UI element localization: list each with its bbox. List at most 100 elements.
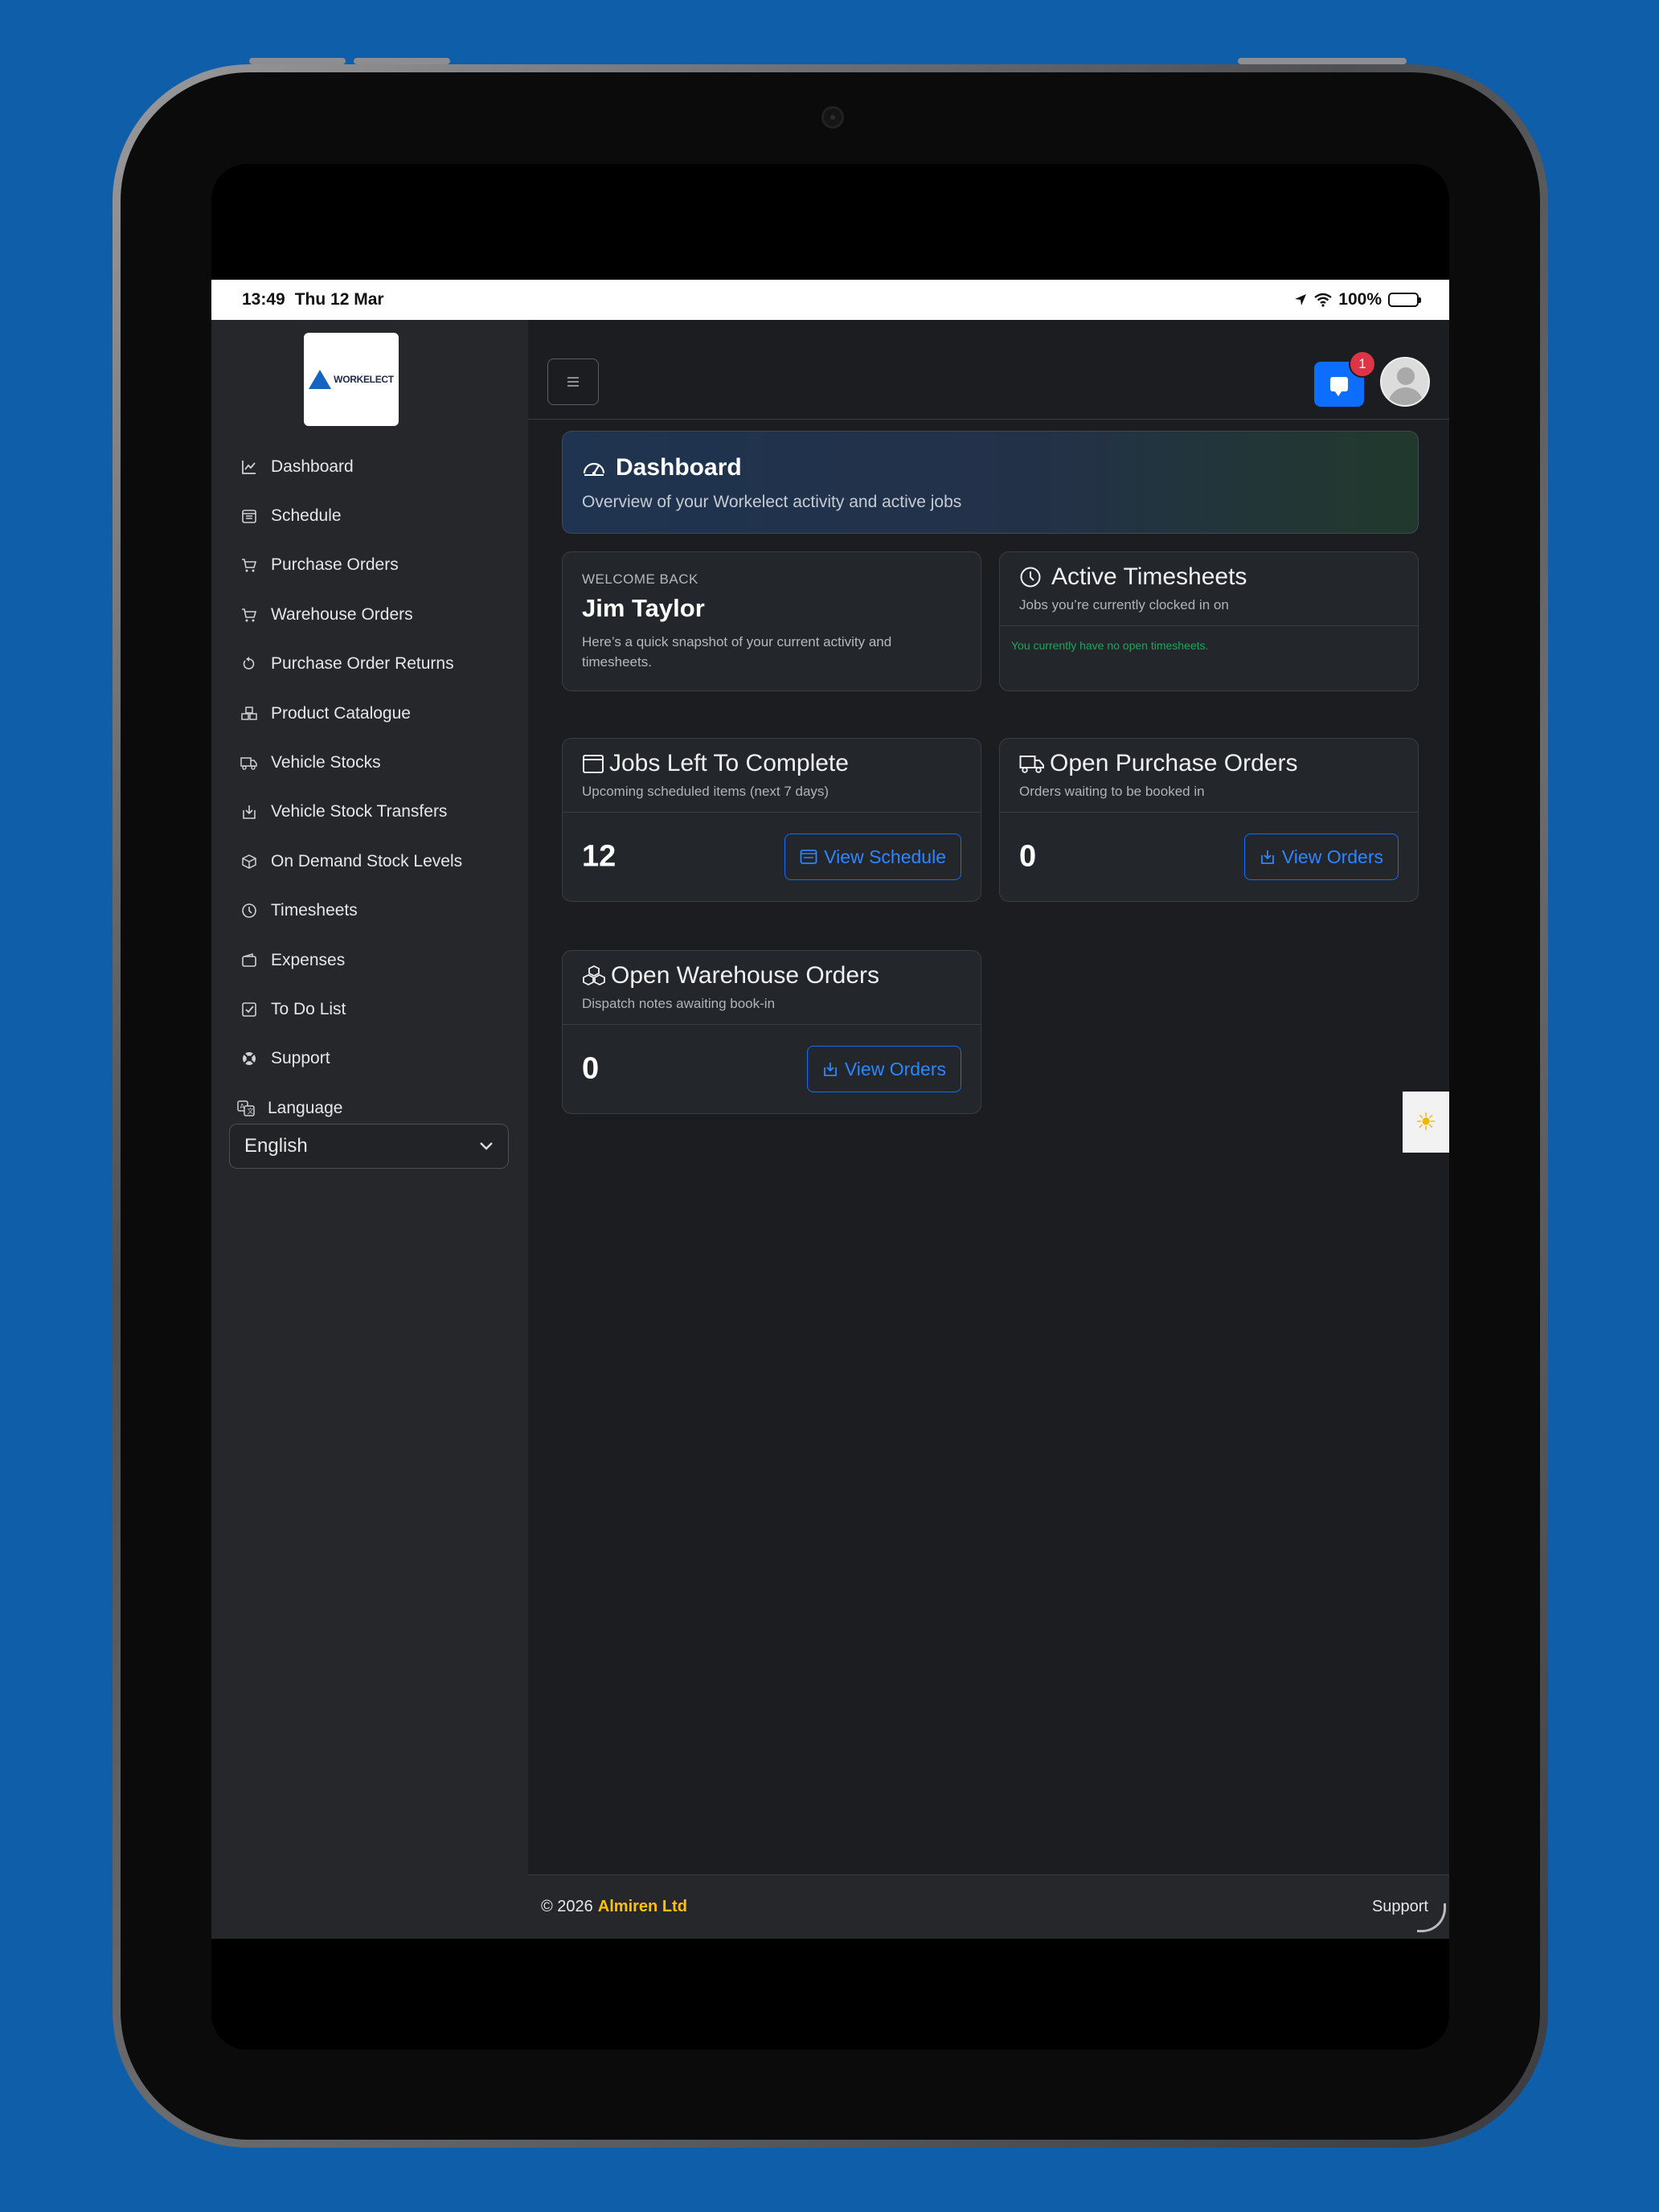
- sidebar-item-label: Support: [271, 1049, 330, 1068]
- sidebar-item-label: On Demand Stock Levels: [271, 851, 463, 870]
- bezel: 13:49 Thu 12 Mar 100% WORKELECT Dashboar…: [121, 72, 1540, 2140]
- view-warehouse-orders-button[interactable]: View Orders: [806, 1046, 961, 1092]
- footer: © 2026 Almiren Ltd Support: [528, 1874, 1449, 1939]
- chart-line-icon: [240, 458, 258, 476]
- view-purchase-orders-button[interactable]: View Orders: [1243, 834, 1399, 880]
- main-content: 1 Dashboard Overview of your Workelect a…: [528, 320, 1449, 1939]
- welcome-card: WELCOME BACK Jim Taylor Here’s a quick s…: [562, 551, 981, 691]
- page-title: Dashboard: [582, 454, 1399, 481]
- sidebar-item-label: Schedule: [271, 506, 342, 526]
- card-header: Open Warehouse Orders Dispatch notes awa…: [563, 951, 981, 1025]
- sidebar-item-expenses[interactable]: Expenses: [211, 936, 528, 985]
- volume-button: [249, 58, 346, 64]
- sidebar-item-on-demand-stock-levels[interactable]: On Demand Stock Levels: [211, 837, 528, 886]
- sidebar-item-vehicle-stocks[interactable]: Vehicle Stocks: [211, 738, 528, 787]
- language-select[interactable]: English: [229, 1124, 509, 1169]
- theme-toggle-button[interactable]: ☀: [1403, 1092, 1449, 1153]
- card-header: Open Purchase Orders Orders waiting to b…: [1000, 739, 1418, 813]
- language-select-value: English: [244, 1135, 308, 1157]
- truck-icon: [240, 754, 258, 772]
- sidebar: WORKELECT Dashboard Schedule Purchase Or…: [211, 320, 528, 1939]
- brand-logo[interactable]: WORKELECT: [304, 333, 399, 426]
- open-purchase-orders-card: Open Purchase Orders Orders waiting to b…: [999, 738, 1419, 902]
- check-square-icon: [240, 1001, 258, 1018]
- sidebar-item-label: Vehicle Stocks: [271, 753, 381, 772]
- sidebar-item-purchase-order-returns[interactable]: Purchase Order Returns: [211, 640, 528, 689]
- sidebar-item-purchase-orders[interactable]: Purchase Orders: [211, 541, 528, 590]
- active-timesheets-card: Active Timesheets Jobs you’re currently …: [999, 551, 1419, 691]
- status-date: Thu 12 Mar: [294, 290, 384, 309]
- calendar-icon: [583, 755, 604, 773]
- sidebar-item-label: Warehouse Orders: [271, 604, 413, 624]
- sidebar-item-label: Product Catalogue: [271, 703, 411, 723]
- status-right: 100%: [1293, 290, 1421, 309]
- open-warehouse-orders-card: Open Warehouse Orders Dispatch notes awa…: [562, 950, 981, 1114]
- card-subtitle: Orders waiting to be booked in: [1019, 784, 1205, 799]
- wallet-icon: [240, 952, 258, 969]
- card-header: Jobs Left To Complete Upcoming scheduled…: [563, 739, 981, 813]
- card-title-text: Active Timesheets: [1051, 563, 1247, 590]
- sidebar-item-dashboard[interactable]: Dashboard: [211, 442, 528, 491]
- camera-icon: [821, 106, 844, 129]
- sidebar-item-label: Purchase Order Returns: [271, 654, 454, 674]
- sidebar-item-support[interactable]: Support: [211, 1034, 528, 1083]
- home-indicator-area: [211, 1939, 1449, 2050]
- power-button: [1238, 58, 1407, 64]
- card-title-text: Open Purchase Orders: [1050, 750, 1298, 776]
- card-title: Jobs Left To Complete: [582, 750, 961, 777]
- jobs-count: 12: [582, 839, 616, 874]
- card-title-text: Jobs Left To Complete: [609, 750, 849, 776]
- cart-icon: [240, 606, 258, 624]
- card-body: 12 View Schedule: [563, 813, 981, 901]
- box-arrow-in-icon: [1260, 849, 1276, 865]
- screen: 13:49 Thu 12 Mar 100% WORKELECT Dashboar…: [211, 164, 1449, 2050]
- sidebar-item-timesheets[interactable]: Timesheets: [211, 887, 528, 936]
- sidebar-item-product-catalogue[interactable]: Product Catalogue: [211, 689, 528, 738]
- purchase-orders-count: 0: [1019, 839, 1037, 874]
- footer-company-link[interactable]: Almiren Ltd: [598, 1898, 687, 1916]
- card-subtitle: Upcoming scheduled items (next 7 days): [582, 784, 830, 799]
- chat-icon: [1330, 377, 1348, 396]
- sidebar-item-schedule[interactable]: Schedule: [211, 491, 528, 540]
- sidebar-item-label: Purchase Orders: [271, 555, 399, 575]
- calendar-grid-icon: [240, 507, 258, 525]
- lifebuoy-icon: [240, 1050, 258, 1067]
- boxes-icon: [583, 965, 605, 986]
- sidebar-item-to-do-list[interactable]: To Do List: [211, 985, 528, 1034]
- box-arrow-in-icon: [240, 803, 258, 821]
- sidebar-item-label: Dashboard: [271, 457, 354, 476]
- button-label: View Schedule: [824, 846, 946, 867]
- sidebar-item-label: Vehicle Stock Transfers: [271, 802, 448, 821]
- dashboard-header: Dashboard Overview of your Workelect act…: [562, 431, 1419, 534]
- boxes-icon: [240, 705, 258, 723]
- card-title: Open Warehouse Orders: [582, 962, 961, 989]
- sidebar-item-label: Expenses: [271, 950, 346, 969]
- jobs-left-card: Jobs Left To Complete Upcoming scheduled…: [562, 738, 981, 902]
- speedometer-icon: [583, 462, 605, 476]
- truck-icon: [1019, 756, 1044, 773]
- sidebar-item-vehicle-stock-transfers[interactable]: Vehicle Stock Transfers: [211, 788, 528, 837]
- clock-icon: [240, 902, 258, 920]
- footer-copyright: © 2026: [541, 1898, 593, 1915]
- chevron-down-icon: [479, 1138, 494, 1155]
- warehouse-orders-count: 0: [582, 1051, 600, 1086]
- card-header: Active Timesheets Jobs you’re currently …: [1000, 552, 1418, 626]
- welcome-description: Here’s a quick snapshot of your current …: [582, 634, 892, 670]
- avatar[interactable]: [1380, 357, 1430, 407]
- sidebar-item-warehouse-orders[interactable]: Warehouse Orders: [211, 590, 528, 639]
- welcome-eyebrow: WELCOME BACK: [582, 571, 698, 587]
- card-subtitle: Jobs you’re currently clocked in on: [1019, 597, 1229, 612]
- clock-icon: [1020, 567, 1041, 588]
- wifi-icon: [1314, 293, 1333, 307]
- logo-text: WORKELECT: [334, 374, 394, 385]
- card-subtitle: Dispatch notes awaiting book-in: [582, 996, 776, 1011]
- hamburger-icon: [567, 377, 579, 387]
- sidebar-item-label: To Do List: [271, 999, 346, 1018]
- user-name: Jim Taylor: [582, 594, 705, 622]
- svg-text:A: A: [240, 1103, 245, 1110]
- sun-icon: ☀: [1415, 1108, 1437, 1136]
- menu-toggle-button[interactable]: [547, 358, 599, 405]
- box-icon: [240, 853, 258, 870]
- view-schedule-button[interactable]: View Schedule: [784, 834, 961, 880]
- button-label: View Orders: [1281, 846, 1383, 867]
